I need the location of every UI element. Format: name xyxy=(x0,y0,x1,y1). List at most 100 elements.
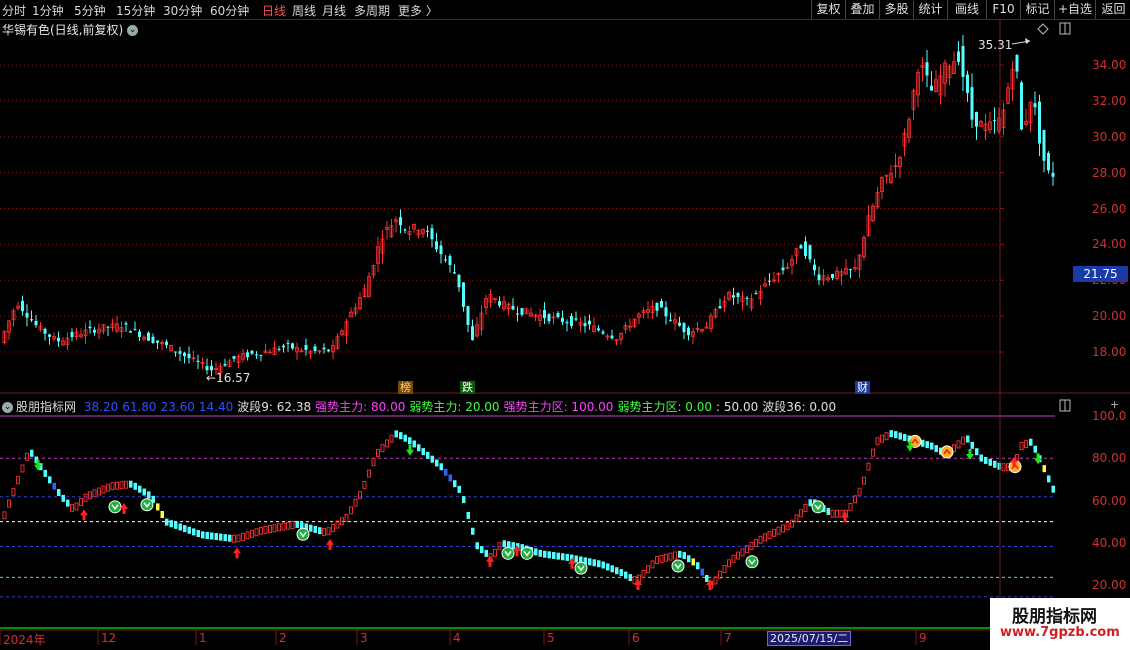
price-tick-label: 24.00 xyxy=(1092,237,1127,252)
drop-marker[interactable]: 跌 xyxy=(460,381,475,394)
indicator-bar xyxy=(232,534,236,543)
indicator-bar xyxy=(961,436,965,445)
candle-body xyxy=(43,328,47,334)
candle-body xyxy=(448,256,452,266)
indicator-bar xyxy=(349,506,353,515)
candle-body xyxy=(768,280,771,282)
candle-body xyxy=(669,319,672,321)
indicator-bar xyxy=(678,550,682,558)
candle-body xyxy=(403,229,407,231)
indicator-bar xyxy=(70,503,74,512)
indicator-bar xyxy=(835,509,839,518)
candle-body xyxy=(799,245,803,249)
indicator-bar xyxy=(106,483,110,492)
indicator-bar xyxy=(133,482,137,490)
indicator-bar xyxy=(259,526,263,535)
candle-body xyxy=(1020,82,1023,130)
up-arrow-icon xyxy=(486,555,494,567)
indicator-bar xyxy=(1051,485,1055,493)
indicator-name[interactable]: 股朋指标网 xyxy=(16,400,76,414)
indicator-bar xyxy=(444,468,448,476)
indicator-bar xyxy=(101,485,106,494)
candle-body xyxy=(471,326,474,341)
indicator-bar xyxy=(641,569,646,578)
indicator-bar xyxy=(160,511,164,519)
indicator-bar xyxy=(214,533,218,541)
buy-signal-icon xyxy=(745,555,759,569)
indicator-bar xyxy=(785,522,790,531)
indicator-bar xyxy=(534,548,538,556)
indicator-bar xyxy=(331,523,335,532)
low-price-label: ←16.57 xyxy=(206,371,251,385)
indicator-bar xyxy=(2,511,7,520)
indicator-bar xyxy=(453,480,457,488)
indicator-bars xyxy=(2,430,1055,589)
indicator-bar xyxy=(241,532,245,541)
legend-item: 弱势主力区: 0.00 xyxy=(617,400,713,414)
indicator-bar xyxy=(493,548,497,557)
buy-signal-icon xyxy=(574,561,588,575)
indicator-bar xyxy=(970,441,974,449)
indicator-bar xyxy=(921,439,925,447)
rank-marker[interactable]: 榜 xyxy=(398,381,413,394)
watermark-url: www.7gpzb.com xyxy=(1000,625,1120,640)
indicator-bar xyxy=(7,499,11,508)
indicator-bar xyxy=(781,524,785,533)
current-price-tag: 21.75 xyxy=(1073,266,1128,282)
candle-body xyxy=(687,327,690,336)
indicator-bar xyxy=(713,576,718,585)
candle-body xyxy=(664,307,668,317)
indicator-bar xyxy=(385,439,389,448)
indicator-bar xyxy=(691,558,695,566)
candle-body xyxy=(57,337,60,342)
candle-body xyxy=(808,245,812,260)
candle-body xyxy=(736,293,740,298)
candle-body xyxy=(655,303,659,311)
indicator-bar xyxy=(975,448,979,456)
candle-body xyxy=(1038,101,1041,144)
indicator-bar xyxy=(471,527,475,535)
indicator-bar xyxy=(272,524,277,533)
candle-body xyxy=(570,315,573,326)
report-marker[interactable]: 财 xyxy=(855,381,870,394)
indicator-bar xyxy=(344,513,349,522)
indicator-bar xyxy=(966,435,970,443)
indicator-bar xyxy=(632,576,637,585)
chevron-down-icon[interactable]: ⌄ xyxy=(2,402,13,413)
candlesticks xyxy=(2,34,1055,381)
candle-body xyxy=(129,331,132,333)
watermark-name: 股朋指标网 xyxy=(1012,607,1097,627)
candle-body xyxy=(196,360,200,362)
date-axis-label: 2024年 xyxy=(3,633,46,647)
indicator-bar xyxy=(615,567,619,575)
candle-body xyxy=(745,297,749,299)
indicator-bar xyxy=(722,565,727,573)
legend-item: 波段9: 62.38 xyxy=(237,400,312,414)
indicator-bar xyxy=(263,525,268,534)
indicator-bar xyxy=(803,504,808,512)
candle-body xyxy=(565,322,569,324)
kline-chart[interactable]: + xyxy=(0,0,1130,650)
diamond-icon[interactable] xyxy=(1037,23,1049,35)
indicator-bar xyxy=(318,527,322,535)
candle-body xyxy=(210,365,213,371)
indicator-bar xyxy=(763,533,767,542)
indicator-bar xyxy=(110,482,115,491)
legend-item: 弱势主力: 20.00 xyxy=(409,400,500,414)
candle-body xyxy=(975,112,978,127)
buy-signal-icon xyxy=(520,546,534,560)
indicator-bar xyxy=(367,469,371,478)
indicator-bar xyxy=(988,458,992,466)
indicator-tick-label: 20.00 xyxy=(1092,578,1127,592)
indicator-bar xyxy=(574,555,578,563)
indicator-tick-label: 80.00 xyxy=(1092,451,1127,466)
candle-body xyxy=(543,309,546,319)
indicator-bar xyxy=(376,448,380,457)
up-arrow-icon xyxy=(233,547,241,559)
indicator-bar xyxy=(758,535,763,544)
indicator-bar xyxy=(624,571,628,579)
legend-items: 38.20 61.80 23.60 14.40 波段9: 62.38 强势主力: 80.0… xyxy=(84,400,840,414)
indicator-bar xyxy=(880,434,884,443)
indicator-bar xyxy=(11,487,16,496)
price-tick-label: 30.00 xyxy=(1092,129,1127,144)
